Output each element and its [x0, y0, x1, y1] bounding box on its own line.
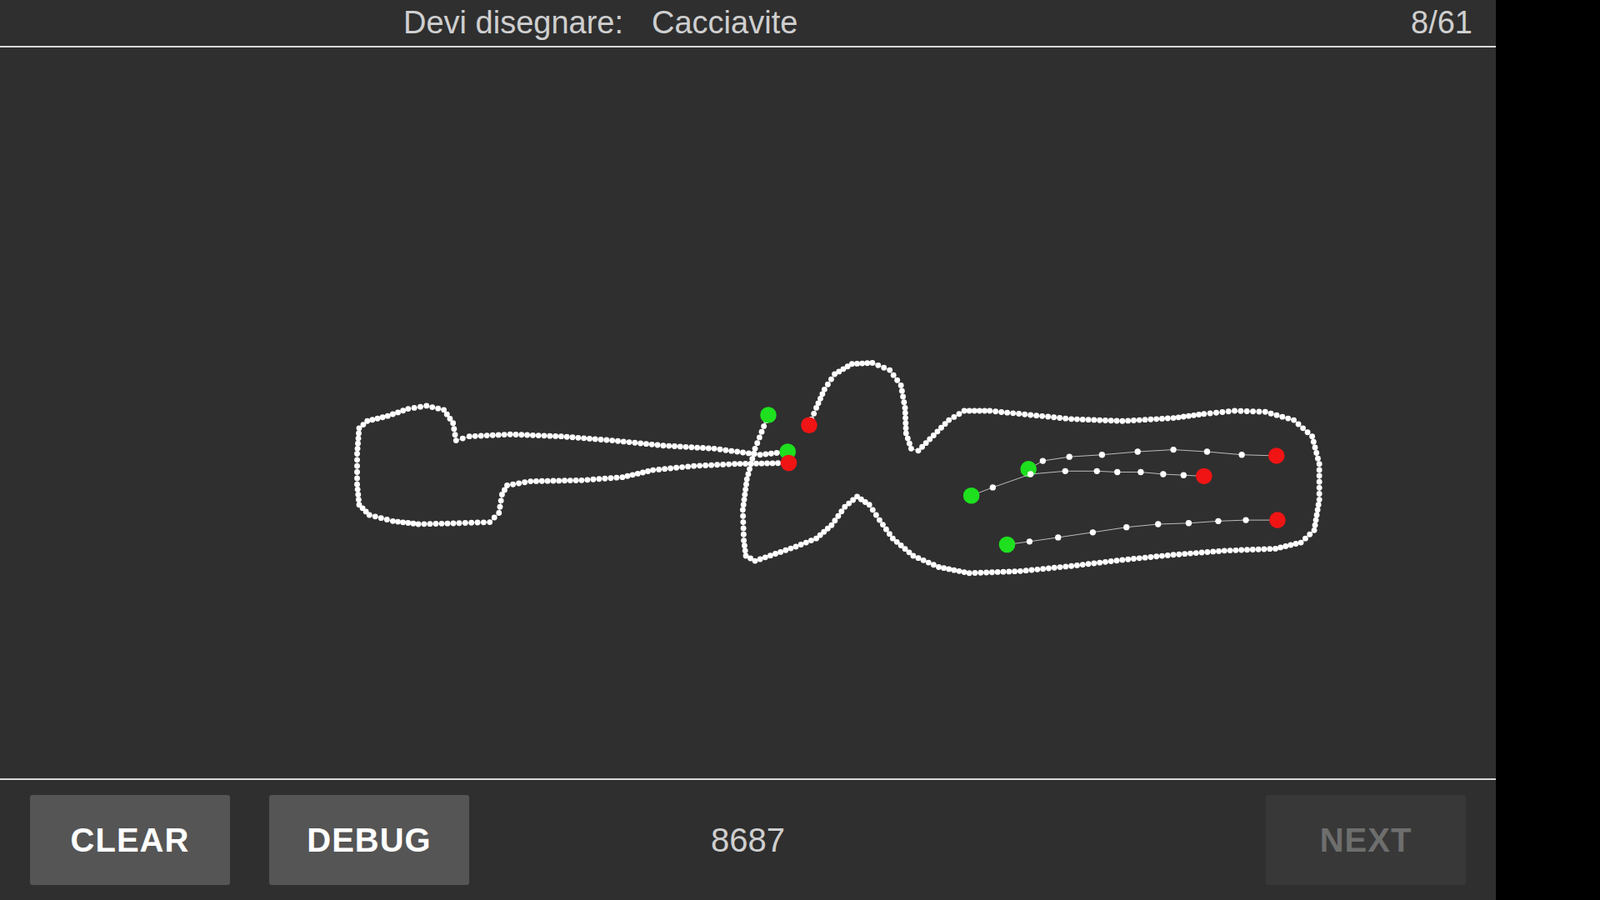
debug-button[interactable]: DEBUG: [269, 795, 470, 885]
app: Devi disegnare: Cacciavite 8/61 CLEAR DEBUG 8…: [0, 0, 1600, 900]
bottom-bar: CLEAR DEBUG 8687 NEXT: [0, 778, 1496, 900]
drawing-canvas[interactable]: [0, 47, 1496, 779]
prompt-word: Cacciavite: [651, 0, 798, 47]
prompt-label: Devi disegnare:: [403, 0, 624, 47]
stroke-end: [1268, 447, 1285, 465]
stroke-start: [1020, 460, 1037, 478]
stroke: [963, 468, 1213, 505]
stroke: [1020, 446, 1285, 478]
clear-button[interactable]: CLEAR: [30, 795, 230, 885]
stroke-end: [1195, 468, 1213, 485]
stroke-end: [1269, 511, 1286, 529]
header: Devi disegnare: Cacciavite 8/61: [0, 0, 1496, 48]
main-panel: Devi disegnare: Cacciavite 8/61 CLEAR DEBUG 8…: [0, 0, 1496, 900]
stroke: [999, 511, 1286, 553]
navigation-strip: [1495, 0, 1600, 900]
next-button[interactable]: NEXT: [1265, 795, 1466, 885]
progress: 8/61: [1410, 0, 1473, 47]
score: 8687: [710, 815, 785, 865]
stroke: [354, 402, 797, 527]
stroke-start: [963, 487, 980, 505]
stroke-end: [780, 455, 798, 472]
drawing: [0, 47, 1496, 779]
stroke: [740, 360, 1323, 576]
stroke-start: [999, 536, 1016, 554]
stroke-end: [800, 416, 818, 434]
stroke-start: [760, 406, 777, 424]
